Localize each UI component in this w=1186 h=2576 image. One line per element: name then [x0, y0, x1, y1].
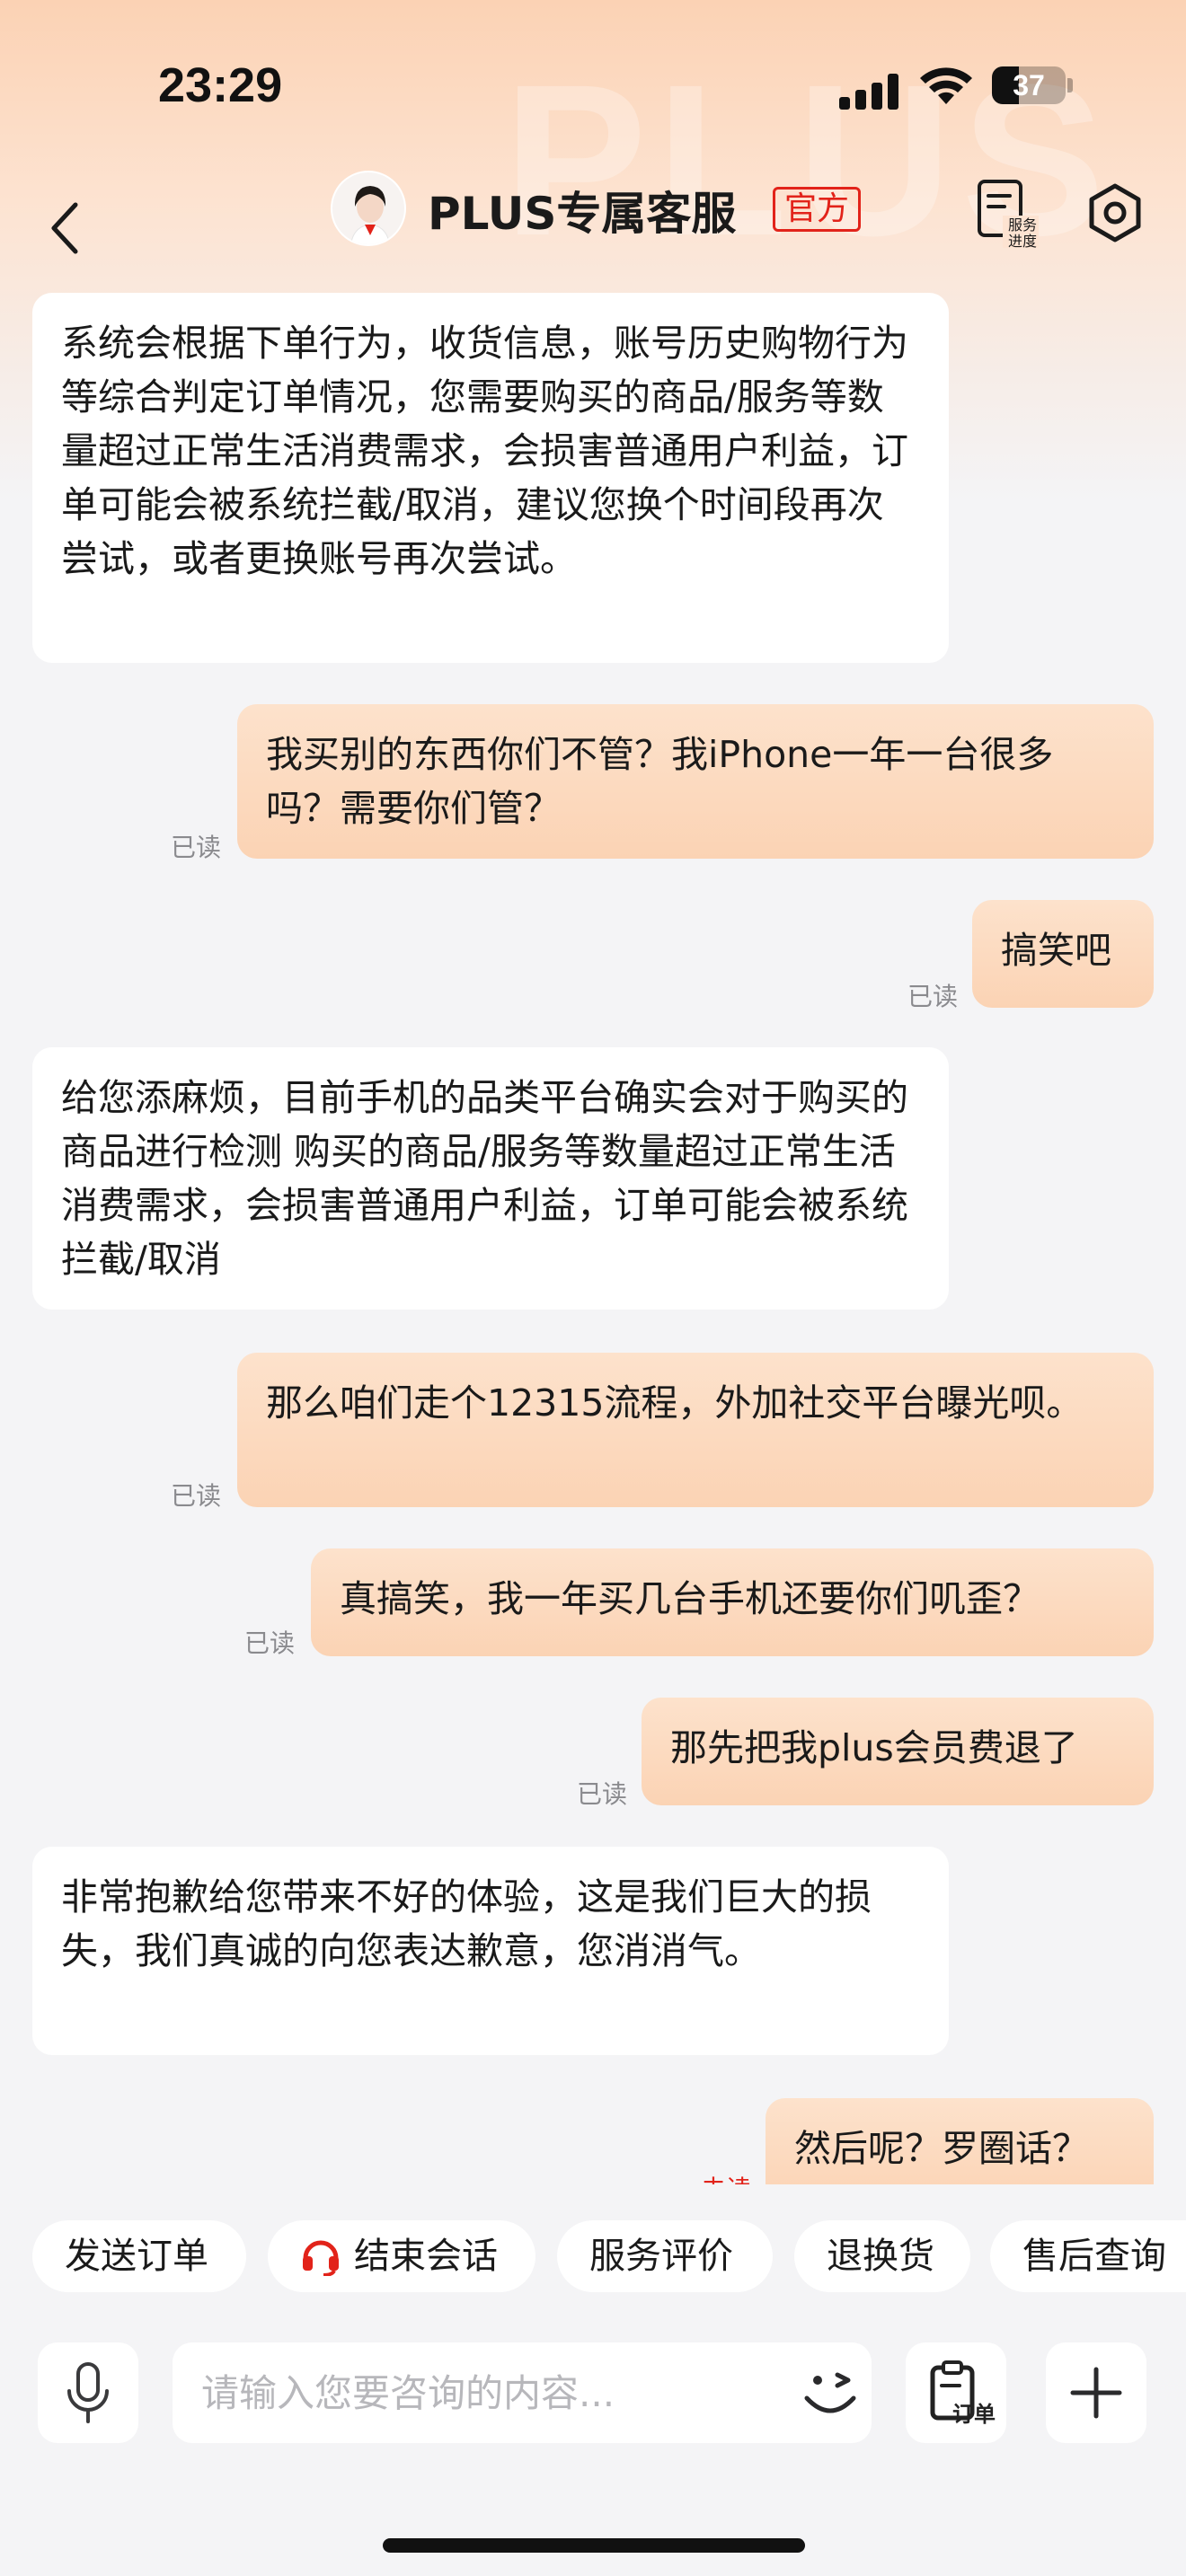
- service-rating-button[interactable]: 服务评价: [557, 2220, 773, 2292]
- status-time: 23:29: [158, 58, 283, 112]
- agent-message: 非常抱歉给您带来不好的体验，这是我们巨大的损失，我们真诚的向您表达歉意，您消消气…: [32, 1847, 949, 2055]
- chevron-left-icon: [51, 202, 78, 254]
- emoji-wink-icon: [804, 2372, 856, 2413]
- end-session-button[interactable]: 结束会话: [268, 2220, 535, 2292]
- agent-message: 给您添麻烦，目前手机的品类平台确实会对于购买的商品进行检测 购买的商品/服务等数…: [32, 1047, 949, 1310]
- agent-avatar: [331, 171, 406, 246]
- message-input[interactable]: [173, 2342, 872, 2443]
- service-progress-icon: 服务 进度: [978, 180, 1039, 250]
- after-sales-query-label: 售后查询: [1022, 2236, 1166, 2277]
- battery-icon: 37: [992, 66, 1073, 104]
- headset-icon: [303, 2240, 339, 2276]
- service-progress-label-1: 服务: [1008, 216, 1037, 234]
- user-message: 真搞笑，我一年买几台手机还要你们叽歪？: [311, 1548, 1154, 1656]
- settings-button[interactable]: [1084, 181, 1146, 244]
- user-message: 那先把我plus会员费退了: [642, 1698, 1154, 1805]
- order-button[interactable]: 订单: [906, 2342, 1006, 2443]
- after-sales-query-button[interactable]: 售后查询: [990, 2220, 1186, 2292]
- return-exchange-button[interactable]: 退换货: [794, 2220, 970, 2292]
- read-status: 已读: [171, 1481, 222, 1511]
- end-session-label: 结束会话: [354, 2236, 498, 2277]
- service-rating-label: 服务评价: [589, 2236, 733, 2277]
- page-title: PLUS专属客服: [428, 188, 737, 240]
- home-indicator: [383, 2538, 805, 2553]
- return-exchange-label: 退换货: [827, 2236, 934, 2277]
- back-button[interactable]: [40, 183, 90, 273]
- order-button-label: 订单: [952, 2402, 996, 2427]
- user-message: 我买别的东西你们不管？我iPhone一年一台很多吗？需要你们管？: [237, 704, 1154, 859]
- send-order-button[interactable]: 发送订单: [32, 2220, 246, 2292]
- cellular-signal-icon: [839, 70, 902, 110]
- more-button[interactable]: [1046, 2342, 1146, 2443]
- user-message: 搞笑吧: [972, 900, 1154, 1008]
- read-status: 未读: [701, 2170, 751, 2184]
- read-status: 已读: [577, 1779, 628, 1809]
- order-clipboard-icon: [930, 2360, 975, 2421]
- send-order-label: 发送订单: [65, 2236, 208, 2277]
- user-message: 然后呢？罗圈话？: [766, 2098, 1154, 2184]
- status-bar: 23:29 37: [0, 0, 1186, 171]
- voice-button[interactable]: [38, 2342, 138, 2443]
- official-badge: 官方: [773, 187, 862, 232]
- agent-message: 系统会根据下单行为，收货信息，账号历史购物行为等综合判定订单情况，您需要购买的商…: [32, 293, 949, 663]
- wifi-icon: [920, 67, 972, 104]
- battery-level: 37: [1013, 69, 1045, 101]
- service-progress-label-2: 进度: [1008, 233, 1037, 250]
- read-status: 已读: [244, 1628, 296, 1658]
- service-progress-button[interactable]: 服务 进度: [976, 178, 1040, 250]
- gear-icon: [1089, 183, 1141, 243]
- emoji-button[interactable]: [791, 2353, 870, 2432]
- read-status: 已读: [171, 833, 222, 862]
- chat-area[interactable]: 系统会根据下单行为，收货信息，账号历史购物行为等综合判定订单情况，您需要购买的商…: [0, 287, 1186, 2184]
- input-area: 订单: [0, 2317, 1186, 2576]
- user-message: 那么咱们走个12315流程，外加社交平台曝光呗。: [237, 1353, 1154, 1507]
- microphone-icon: [67, 2362, 109, 2423]
- quick-actions: 发送订单 结束会话 服务评价 退换货 售后查询: [0, 2184, 1186, 2301]
- nav-bar: PLUS专属客服 官方 服务 进度: [0, 171, 1186, 296]
- read-status: 已读: [907, 982, 959, 1011]
- plus-icon: [1070, 2367, 1122, 2419]
